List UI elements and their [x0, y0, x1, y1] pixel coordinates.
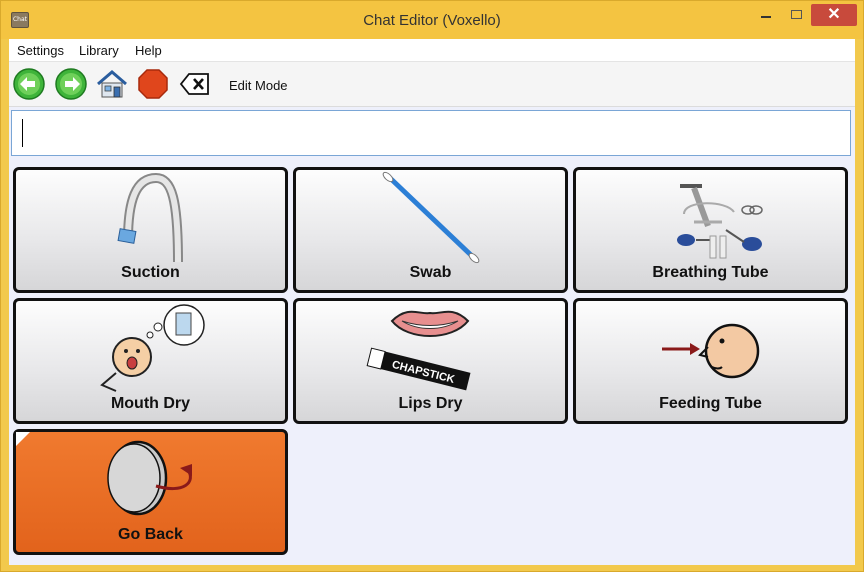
tile-suction[interactable]: Suction [13, 167, 288, 293]
title-bar[interactable]: Chat Chat Editor (Voxello) ✕ [1, 1, 863, 39]
tile-label: Mouth Dry [110, 395, 191, 412]
tile-go-back[interactable]: Go Back [13, 429, 288, 555]
tile-label: Go Back [118, 526, 183, 543]
window-title: Chat Editor (Voxello) [363, 12, 501, 29]
tile-label: Swab [409, 264, 452, 281]
client-area: Settings Library Help Edit Mode Suction … [9, 39, 855, 565]
maximize-button[interactable] [783, 4, 809, 26]
edit-mode-label: Edit Mode [229, 78, 288, 93]
tile-mouth-dry[interactable]: Mouth Dry [13, 298, 288, 424]
thirsty-face-icon [100, 304, 205, 392]
forward-button[interactable] [55, 68, 87, 100]
close-icon: ✕ [827, 6, 841, 23]
home-button[interactable] [95, 68, 127, 100]
close-button[interactable]: ✕ [811, 4, 857, 26]
arrow-right-circle-icon [55, 68, 87, 100]
tile-swab[interactable]: Swab [293, 167, 568, 293]
toolbar: Edit Mode [9, 62, 855, 107]
suction-tube-icon [117, 172, 183, 263]
arrow-left-circle-icon [13, 68, 45, 100]
menu-library[interactable]: Library [79, 43, 119, 58]
feeding-tube-face-icon [662, 323, 760, 379]
text-caret [22, 119, 23, 147]
message-input[interactable] [11, 110, 851, 156]
breathing-tube-icon [677, 184, 763, 259]
tile-label: Feeding Tube [659, 395, 762, 412]
menu-settings[interactable]: Settings [17, 43, 64, 58]
go-back-plate-icon [107, 440, 192, 516]
tile-label: Suction [121, 264, 180, 281]
swab-icon [382, 171, 480, 264]
tile-lips-dry[interactable]: CHAPSTICK Lips Dry [293, 298, 568, 424]
stop-octagon-icon [138, 69, 168, 99]
tile-breathing-tube[interactable]: Breathing Tube [573, 167, 848, 293]
tile-feeding-tube[interactable]: Feeding Tube [573, 298, 848, 424]
clear-button[interactable] [179, 68, 211, 100]
back-button[interactable] [13, 68, 45, 100]
menu-bar: Settings Library Help [9, 39, 855, 62]
house-icon [97, 70, 127, 98]
tile-label: Breathing Tube [652, 264, 769, 281]
lips-chapstick-icon: CHAPSTICK [366, 310, 471, 391]
backspace-x-icon [179, 73, 209, 95]
menu-help[interactable]: Help [135, 43, 162, 58]
tile-label: Lips Dry [398, 395, 463, 412]
app-window: Chat Chat Editor (Voxello) ✕ Settings Li… [0, 0, 864, 572]
minimize-button[interactable] [753, 4, 779, 26]
stop-button[interactable] [137, 68, 169, 100]
